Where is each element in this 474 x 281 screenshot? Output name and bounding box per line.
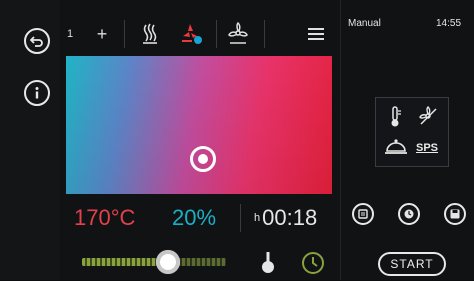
add-step-button[interactable]: +	[90, 14, 114, 54]
core-probe-button[interactable]	[258, 250, 278, 276]
thermometer-icon[interactable]	[388, 106, 402, 128]
program-number[interactable]: 1	[62, 14, 78, 54]
cloche-icon[interactable]	[384, 138, 408, 156]
timer-readout[interactable]: h 00:18	[254, 200, 317, 236]
info-icon	[35, 87, 39, 99]
timer-button[interactable]	[398, 203, 420, 225]
start-button[interactable]: START	[378, 252, 446, 276]
back-button[interactable]	[24, 28, 50, 54]
panel-divider	[340, 0, 341, 280]
humidity-value: 20%	[172, 205, 217, 230]
clock-button[interactable]	[300, 250, 326, 276]
function-box: SPS	[375, 97, 449, 167]
core-probe-icon	[262, 252, 274, 273]
mode-label: Manual	[348, 18, 381, 29]
clock-icon	[302, 252, 324, 274]
timer-unit: h	[254, 212, 261, 224]
timer-value: 00:18	[262, 205, 318, 230]
fan-button[interactable]	[224, 14, 252, 54]
clock-label: 14:55	[436, 18, 462, 29]
start-label: START	[390, 257, 434, 271]
temperature-readout[interactable]: 170°C	[74, 200, 135, 236]
sps-button[interactable]: SPS	[416, 142, 438, 154]
timer-icon	[404, 209, 414, 219]
steam-button[interactable]	[136, 14, 164, 54]
top-toolbar: 1 +	[60, 14, 340, 54]
toolbar-divider	[264, 20, 265, 48]
toolbar-divider	[124, 20, 125, 48]
fan-humidity-icon	[182, 24, 202, 44]
oven-control-screen: 1 + 170°C 20% h 00:18 Manual 14:55 SPS S…	[0, 0, 474, 280]
fan-speed-slider[interactable]	[82, 258, 226, 266]
save-icon	[450, 209, 460, 219]
program-number-label: 1	[66, 28, 74, 40]
steam-icon	[143, 23, 157, 44]
back-icon	[30, 36, 43, 47]
fan-humidity-button[interactable]	[178, 14, 206, 54]
recipe-button[interactable]	[352, 203, 374, 225]
climate-selector-handle[interactable]	[190, 146, 216, 172]
toolbar-divider	[216, 20, 217, 48]
recipe-icon	[358, 209, 368, 219]
info-button[interactable]	[24, 80, 50, 106]
left-sidebar	[0, 0, 60, 280]
fan-off-icon[interactable]	[418, 106, 438, 126]
menu-icon	[308, 28, 324, 40]
climate-gradient-pad[interactable]	[66, 56, 332, 194]
fan-icon	[228, 22, 248, 44]
plus-icon: +	[96, 23, 108, 44]
menu-button[interactable]	[302, 14, 330, 54]
save-button[interactable]	[444, 203, 466, 225]
readout-divider	[240, 204, 241, 232]
slider-knob[interactable]	[156, 250, 181, 274]
humidity-readout[interactable]: 20%	[172, 200, 216, 236]
temperature-value: 170°C	[74, 205, 136, 230]
